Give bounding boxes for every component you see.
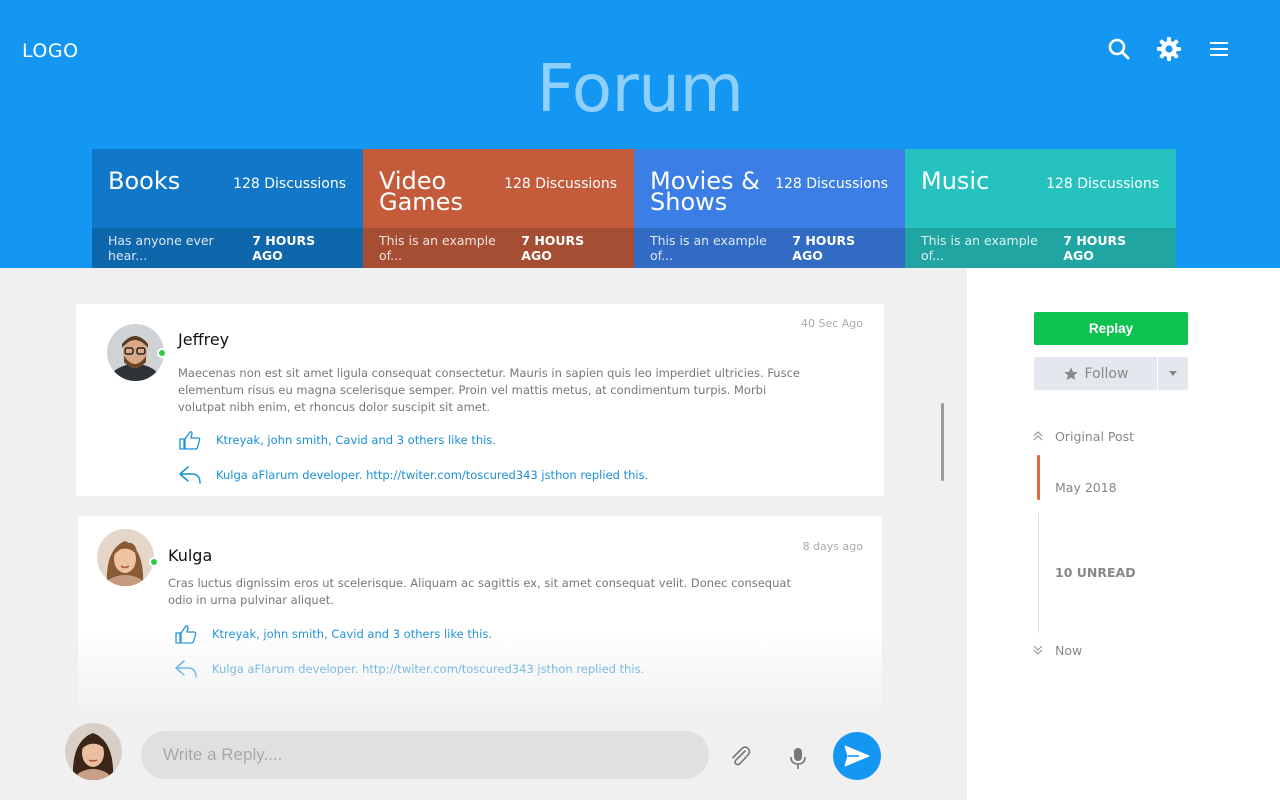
category-tile-movies-shows[interactable]: Movies & Shows 128 Discussions This is a… — [634, 149, 905, 268]
post-body: Cras luctus dignissim eros ut scelerisqu… — [168, 576, 791, 607]
latest-discussion[interactable]: Has anyone ever hear... 7 HOURS AGO — [92, 228, 363, 268]
replies-text: Kulga aFlarum developer. http://twiter.c… — [216, 468, 649, 482]
reply-icon[interactable] — [174, 658, 198, 680]
microphone-icon[interactable] — [787, 745, 809, 771]
follow-button[interactable]: Follow — [1034, 357, 1157, 390]
gear-icon[interactable] — [1156, 36, 1182, 62]
category-tile-books[interactable]: Books 128 Discussions Has anyone ever he… — [92, 149, 363, 268]
menu-icon[interactable] — [1206, 36, 1232, 62]
attachment-icon[interactable] — [727, 743, 753, 769]
online-indicator — [149, 557, 159, 567]
post-time: 8 days ago — [802, 540, 863, 553]
discussion-excerpt: Has anyone ever hear... — [108, 233, 214, 263]
online-indicator — [157, 348, 167, 358]
post-author[interactable]: Jeffrey — [178, 330, 229, 349]
discussion-time: 7 HOURS AGO — [521, 233, 585, 263]
post-likes[interactable]: Ktreyak, john smith, Cavid and 3 others … — [174, 623, 492, 645]
timeline-current-date: May 2018 — [1055, 480, 1117, 495]
discussion-sidebar: Replay Follow Original Post May 2018 10 … — [967, 268, 1280, 800]
discussion-excerpt: This is an example of... — [921, 233, 1038, 263]
follow-label: Follow — [1084, 365, 1129, 382]
header: LOGO Forum Books 128 Discussions Has any… — [0, 0, 1280, 268]
discussion-count: 128 Discussions — [504, 176, 617, 192]
category-name: Video Games — [379, 167, 463, 216]
latest-discussion[interactable]: This is an example of... 7 HOURS AGO — [634, 228, 905, 268]
post-likes[interactable]: Ktreyak, john smith, Cavid and 3 others … — [178, 429, 496, 451]
send-icon — [844, 745, 870, 767]
category-tile-music[interactable]: Music 128 Discussions This is an example… — [905, 149, 1176, 268]
category-tile-video-games[interactable]: Video Games 128 Discussions This is an e… — [363, 149, 634, 268]
avatar[interactable] — [107, 324, 164, 381]
discussion-time: 7 HOURS AGO — [792, 233, 856, 263]
latest-discussion[interactable]: This is an example of... 7 HOURS AGO — [363, 228, 634, 268]
timeline-unread[interactable]: 10 UNREAD — [1055, 565, 1136, 580]
likes-text: Ktreyak, john smith, Cavid and 3 others … — [216, 433, 496, 447]
post-time: 40 Sec Ago — [800, 317, 863, 330]
post-card: Kulga 8 days ago Cras luctus dignissim e… — [78, 516, 882, 710]
send-button[interactable] — [833, 732, 881, 780]
timeline-now[interactable]: Now — [1055, 643, 1082, 658]
chevron-down-double-icon[interactable] — [1033, 644, 1043, 656]
follow-options-dropdown[interactable] — [1158, 357, 1188, 390]
thumbs-up-icon[interactable] — [174, 623, 198, 645]
post-replies[interactable]: Kulga aFlarum developer. http://twiter.c… — [178, 464, 648, 486]
category-name: Music — [921, 167, 990, 195]
reply-icon[interactable] — [178, 464, 202, 486]
post-body: Maecenas non est sit amet ligula consequ… — [178, 366, 800, 414]
post-author[interactable]: Kulga — [168, 546, 212, 565]
reply-input[interactable] — [141, 731, 709, 779]
caret-down-icon — [1169, 371, 1177, 376]
latest-discussion[interactable]: This is an example of... 7 HOURS AGO — [905, 228, 1176, 268]
discussion-count: 128 Discussions — [233, 176, 346, 192]
chevron-up-double-icon[interactable] — [1033, 430, 1043, 442]
replay-button[interactable]: Replay — [1034, 312, 1188, 345]
discussion-count: 128 Discussions — [775, 176, 888, 192]
star-icon — [1063, 366, 1078, 380]
current-user-avatar — [65, 723, 122, 780]
avatar[interactable] — [97, 529, 154, 586]
discussion-time: 7 HOURS AGO — [1063, 233, 1127, 263]
discussion-time: 7 HOURS AGO — [252, 233, 316, 263]
category-tiles: Books 128 Discussions Has anyone ever he… — [92, 149, 1176, 268]
page-title: Forum — [536, 50, 744, 127]
timeline-original-post[interactable]: Original Post — [1055, 429, 1134, 444]
discussion-excerpt: This is an example of... — [650, 233, 767, 263]
category-name: Movies & Shows — [650, 167, 760, 216]
discussion-excerpt: This is an example of... — [379, 233, 496, 263]
search-icon[interactable] — [1106, 36, 1132, 62]
likes-text: Ktreyak, john smith, Cavid and 3 others … — [212, 627, 492, 641]
scrollbar[interactable] — [941, 403, 944, 481]
header-actions — [1106, 36, 1232, 62]
post-card: Jeffrey 40 Sec Ago Maecenas non est sit … — [76, 304, 884, 496]
timeline-track[interactable] — [1038, 513, 1039, 633]
thumbs-up-icon[interactable] — [178, 429, 202, 451]
discussion-count: 128 Discussions — [1046, 176, 1159, 192]
post-replies[interactable]: Kulga aFlarum developer. http://twiter.c… — [174, 658, 644, 680]
replies-text: Kulga aFlarum developer. http://twiter.c… — [212, 662, 645, 676]
category-name: Books — [108, 167, 181, 195]
timeline-current-marker[interactable] — [1037, 455, 1040, 500]
